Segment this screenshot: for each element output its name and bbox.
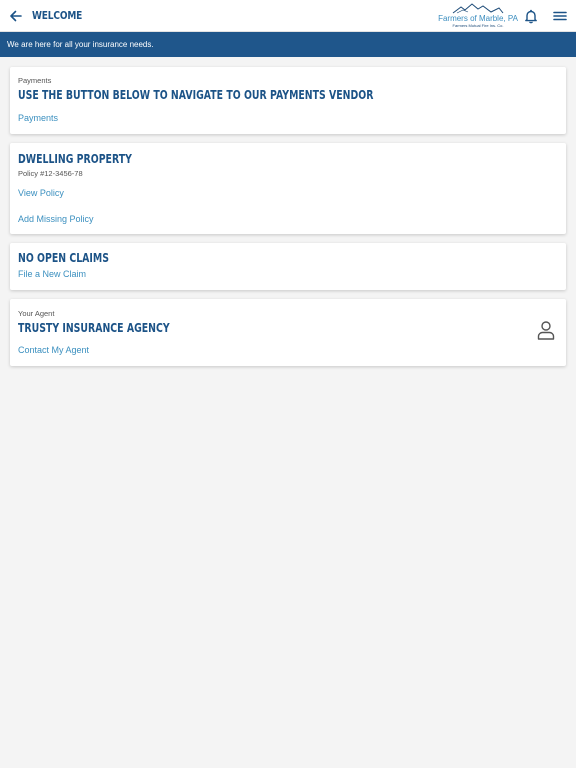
hamburger-menu-icon[interactable]	[552, 9, 568, 23]
claims-card: NO OPEN CLAIMS File a New Claim	[10, 243, 566, 290]
agent-heading: TRUSTY INSURANCE AGENCY	[18, 321, 170, 335]
policy-heading: DWELLING PROPERTY	[18, 152, 132, 166]
payments-heading: USE THE BUTTON BELOW TO NAVIGATE TO OUR …	[18, 88, 374, 102]
company-logo: Farmers of Marble, PA Farmers Mutual Fir…	[437, 3, 519, 29]
back-arrow-icon[interactable]	[8, 8, 24, 24]
file-new-claim-link[interactable]: File a New Claim	[18, 269, 86, 279]
top-app-bar: WELCOME Farmers of Marble, PA Farmers Mu…	[0, 0, 576, 32]
payments-label: Payments	[18, 76, 52, 85]
bell-icon[interactable]	[523, 8, 539, 24]
logo-text: Farmers of Marble, PA	[438, 14, 518, 23]
banner-text: We are here for all your insurance needs…	[7, 40, 154, 49]
logo-subtext: Farmers Mutual Fire Ins. Co.	[452, 23, 504, 28]
policy-card: DWELLING PROPERTY Policy #12-3456-78 Vie…	[10, 143, 566, 234]
agent-card: Your Agent TRUSTY INSURANCE AGENCY Conta…	[10, 299, 566, 366]
policy-number: Policy #12-3456-78	[18, 169, 83, 178]
person-icon[interactable]	[536, 320, 556, 340]
welcome-banner: We are here for all your insurance needs…	[0, 32, 576, 57]
claims-heading: NO OPEN CLAIMS	[18, 251, 109, 265]
view-policy-link[interactable]: View Policy	[18, 188, 64, 198]
page-title: WELCOME	[32, 9, 83, 22]
agent-label: Your Agent	[18, 309, 55, 318]
contact-agent-link[interactable]: Contact My Agent	[18, 345, 89, 355]
payments-link[interactable]: Payments	[18, 113, 58, 123]
add-missing-policy-link[interactable]: Add Missing Policy	[18, 214, 94, 224]
payments-card: Payments USE THE BUTTON BELOW TO NAVIGAT…	[10, 67, 566, 134]
